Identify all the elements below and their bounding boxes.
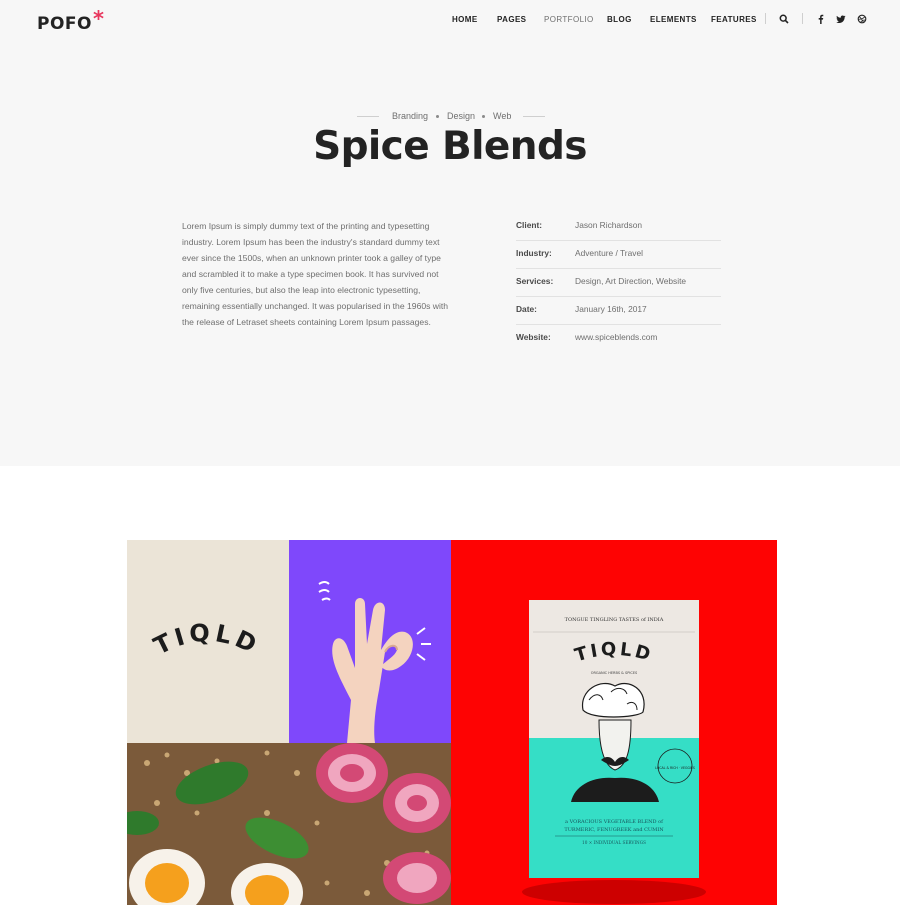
meta-label-website: Website: xyxy=(516,332,551,342)
divider-line xyxy=(357,116,379,117)
gallery-logo-tile[interactable]: TIQLD xyxy=(127,540,289,743)
search-icon[interactable] xyxy=(779,14,789,24)
logo-star: * xyxy=(92,7,105,31)
nav-home[interactable]: HOME xyxy=(452,15,478,24)
meta-label-industry: Industry: xyxy=(516,248,552,258)
nav-divider xyxy=(765,13,766,24)
gallery-pouch-tile[interactable]: TONGUE TINGLING TASTES of INDIA TIQLD OR… xyxy=(451,540,777,905)
meta-value-date: January 16th, 2017 xyxy=(575,304,647,314)
project-title: Spice Blends xyxy=(313,124,587,169)
pouch-servings-text: 10 × INDIVIDUAL SERVINGS xyxy=(582,840,646,845)
nav-blog[interactable]: BLOG xyxy=(607,15,632,24)
pouch-top-text: TONGUE TINGLING TASTES of INDIA xyxy=(565,617,664,623)
category-design[interactable]: Design xyxy=(447,111,475,121)
nav-divider xyxy=(802,13,803,24)
category-dot xyxy=(436,115,439,118)
gallery-hand-tile[interactable] xyxy=(289,540,451,743)
category-dot xyxy=(482,115,485,118)
svg-text:TIQLD: TIQLD xyxy=(149,618,264,660)
meta-value-industry: Adventure / Travel xyxy=(575,248,643,258)
pouch-sub-text: ORGANIC HERBS & SPICES xyxy=(591,671,638,675)
project-description: Lorem Ipsum is simply dummy text of the … xyxy=(182,221,449,327)
meta-divider xyxy=(516,296,721,297)
meta-label-date: Date: xyxy=(516,304,537,314)
nav-pages[interactable]: PAGES xyxy=(497,15,526,24)
meta-label-services: Services: xyxy=(516,276,554,286)
facebook-icon[interactable] xyxy=(816,14,826,24)
meta-label-client: Client: xyxy=(516,220,543,230)
category-web[interactable]: Web xyxy=(493,111,511,121)
brand-logo-image: TIQLD xyxy=(149,618,264,660)
ok-hand-illustration xyxy=(318,581,431,743)
site-header: POFO* HOME PAGES PORTFOLIO BLOG ELEMENTS… xyxy=(0,0,900,40)
meta-divider xyxy=(516,240,721,241)
nav-portfolio[interactable]: PORTFOLIO xyxy=(544,15,594,24)
logo-text: POFO xyxy=(37,14,92,34)
divider-line xyxy=(523,116,545,117)
nav-features[interactable]: FEATURES xyxy=(711,15,757,24)
site-logo[interactable]: POFO* xyxy=(37,7,105,34)
meta-value-services: Design, Art Direction, Website xyxy=(575,276,687,286)
pouch-blend-text-1: a VORACIOUS VEGETABLE BLEND of xyxy=(565,819,664,825)
category-branding[interactable]: Branding xyxy=(392,111,428,121)
meta-value-client: Jason Richardson xyxy=(575,220,643,230)
pouch-stamp-text: LOCAL & RICH · VEGGIES xyxy=(655,766,695,770)
food-photo xyxy=(127,743,451,905)
pouch-blend-text-2: TURMERIC, FENUGREEK and CUMIN xyxy=(564,827,664,833)
meta-value-website[interactable]: www.spiceblends.com xyxy=(575,332,657,342)
brand-logo-text: TIQLD xyxy=(149,618,260,660)
spice-pouch-image: TONGUE TINGLING TASTES of INDIA TIQLD OR… xyxy=(522,600,706,904)
dribbble-icon[interactable] xyxy=(857,14,867,24)
gallery-food-tile[interactable] xyxy=(127,743,451,905)
nav-elements[interactable]: ELEMENTS xyxy=(650,15,697,24)
meta-divider xyxy=(516,324,721,325)
meta-divider xyxy=(516,268,721,269)
twitter-icon[interactable] xyxy=(836,14,846,24)
